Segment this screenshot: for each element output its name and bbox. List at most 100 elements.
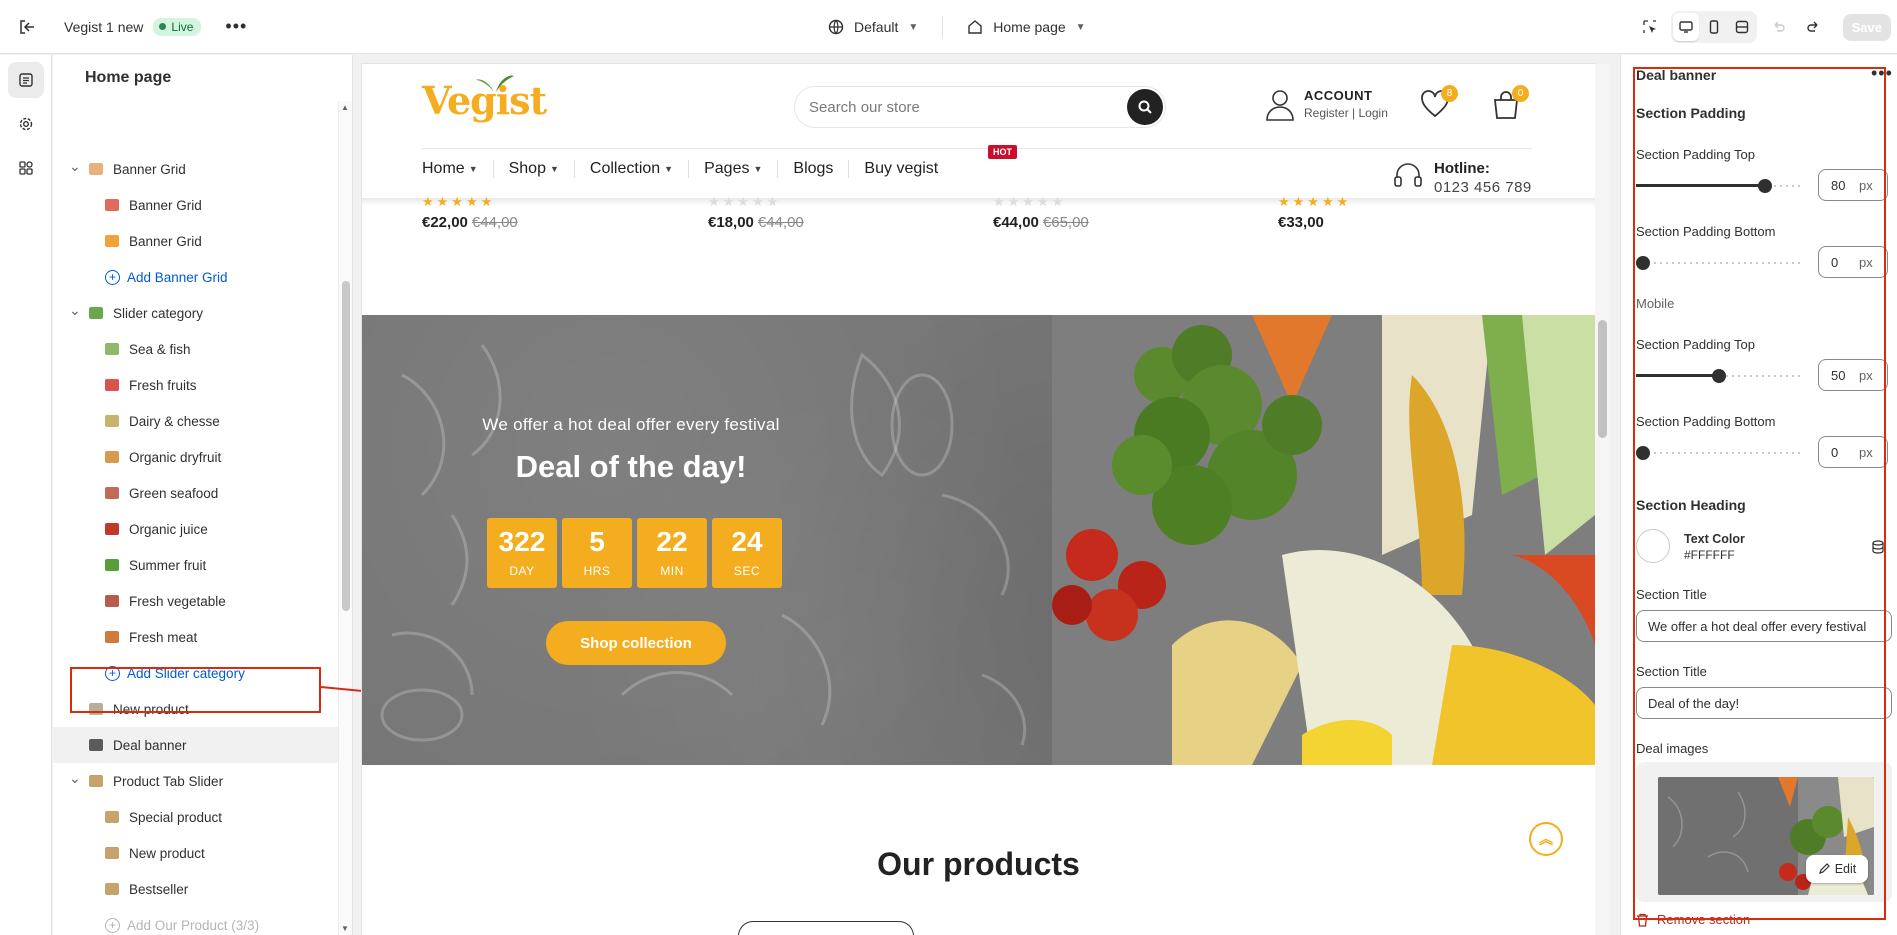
- tree-section-item[interactable]: ⌄ Banner Grid: [53, 151, 338, 187]
- redo-button[interactable]: [1799, 12, 1829, 42]
- add-block-button[interactable]: + Add Our Product (3/3): [53, 907, 338, 935]
- tree-block-item[interactable]: Summer fruit: [53, 547, 338, 583]
- product-old-price: €65,00: [1042, 214, 1089, 231]
- register-link[interactable]: Register: [1304, 106, 1349, 120]
- text-color-swatch[interactable]: [1636, 529, 1670, 563]
- padding-bottom-input[interactable]: 0 px: [1818, 246, 1888, 278]
- padding-bottom-slider[interactable]: [1636, 256, 1802, 270]
- account-block[interactable]: ACCOUNT Register | Login: [1264, 88, 1388, 122]
- product-card[interactable]: ★★★★★ €44,00 €65,00: [993, 194, 1089, 231]
- scrollbar-thumb[interactable]: [1598, 320, 1607, 438]
- nav-home[interactable]: Home ▼: [422, 160, 494, 178]
- slider-handle[interactable]: [1712, 369, 1726, 383]
- product-card[interactable]: ★★★★★ €33,00: [1278, 194, 1351, 231]
- nav-pages[interactable]: Pages ▼: [704, 160, 779, 178]
- scroll-down-icon[interactable]: ▼: [341, 924, 349, 933]
- chevron-down-icon[interactable]: ⌄: [69, 770, 81, 787]
- unit-label: px: [1859, 444, 1873, 460]
- tree-item-label: Fresh meat: [129, 629, 198, 645]
- mobile-padding-bottom-input[interactable]: 0 px: [1818, 436, 1888, 468]
- hotline-number[interactable]: 0123 456 789: [1434, 179, 1532, 196]
- desktop-view-button[interactable]: [1672, 13, 1699, 41]
- home-icon: [968, 20, 982, 34]
- more-actions-icon[interactable]: •••: [1871, 63, 1893, 84]
- tree-block-item[interactable]: Sea & fish: [53, 331, 338, 367]
- section-thumbnail-icon: [89, 775, 103, 787]
- hotline-label: Hotline:: [1434, 160, 1490, 177]
- countdown-value: 24: [731, 526, 763, 557]
- page-selector[interactable]: Home page ▼: [957, 19, 1095, 35]
- nav-collection[interactable]: Collection ▼: [590, 160, 690, 178]
- tree-item-label: Add Banner Grid: [127, 269, 228, 285]
- field-label: Section Title: [1636, 587, 1707, 602]
- tree-block-item[interactable]: Bestseller: [53, 871, 338, 907]
- more-actions-icon[interactable]: •••: [225, 16, 247, 37]
- padding-top-input[interactable]: 80 px: [1818, 169, 1888, 201]
- product-tab-pill[interactable]: [738, 921, 914, 935]
- store-logo[interactable]: Vegist: [422, 75, 547, 123]
- save-button[interactable]: Save: [1842, 13, 1891, 41]
- section-tree-panel: Home page ⌄ Banner Grid Banner Grid Banner …: [53, 55, 353, 935]
- mobile-padding-top-slider[interactable]: [1636, 369, 1802, 383]
- mobile-padding-top-input[interactable]: 50 px: [1818, 359, 1888, 391]
- tree-block-item[interactable]: New product: [53, 835, 338, 871]
- mobile-view-button[interactable]: [1701, 13, 1727, 41]
- sections-button[interactable]: [8, 62, 44, 98]
- tree-block-item[interactable]: Banner Grid: [53, 223, 338, 259]
- nav-blogs[interactable]: Blogs: [793, 160, 850, 178]
- tree-block-item[interactable]: Fresh vegetable: [53, 583, 338, 619]
- section-title-input[interactable]: We offer a hot deal offer every festival: [1636, 610, 1892, 642]
- nav-shop[interactable]: Shop ▼: [509, 160, 575, 178]
- deal-title: Deal of the day!: [515, 449, 747, 484]
- tree-block-item[interactable]: Dairy & chesse: [53, 403, 338, 439]
- status-badge: Live: [153, 17, 202, 36]
- edit-image-button[interactable]: Edit: [1806, 855, 1868, 883]
- slider-handle[interactable]: [1636, 446, 1650, 460]
- sidebar-scrollbar[interactable]: ▲ ▼: [338, 101, 352, 935]
- tree-block-item[interactable]: Organic juice: [53, 511, 338, 547]
- search-button[interactable]: [1127, 89, 1163, 125]
- tree-section-item[interactable]: ⌄ Slider category: [53, 295, 338, 331]
- tree-block-item[interactable]: Organic dryfruit: [53, 439, 338, 475]
- product-card[interactable]: ★★★★★ €18,00 €44,00: [708, 194, 804, 231]
- inspector-button[interactable]: [1635, 12, 1665, 42]
- login-link[interactable]: Login: [1359, 106, 1388, 120]
- database-icon[interactable]: [1871, 540, 1885, 554]
- apps-button[interactable]: [8, 150, 44, 186]
- store-search[interactable]: Search our store: [794, 86, 1166, 128]
- undo-button[interactable]: [1763, 12, 1793, 42]
- nav-buy-vegist[interactable]: Buy vegist: [864, 160, 953, 178]
- remove-section-button[interactable]: Remove section: [1636, 912, 1750, 927]
- mobile-padding-bottom-slider[interactable]: [1636, 446, 1802, 460]
- theme-selector[interactable]: Default ▼: [818, 19, 928, 35]
- product-card[interactable]: ★★★★★ €22,00 €44,00: [422, 194, 518, 231]
- fullwidth-view-button[interactable]: [1729, 13, 1755, 41]
- storefront-preview: Vegist Search our store ACCOUNT Register…: [362, 64, 1595, 935]
- chevron-down-icon[interactable]: ⌄: [69, 158, 81, 175]
- slider-handle[interactable]: [1636, 256, 1650, 270]
- wishlist-button[interactable]: 8: [1420, 85, 1458, 121]
- add-block-button[interactable]: + Add Banner Grid: [53, 259, 338, 295]
- scroll-to-top-button[interactable]: ︽: [1529, 822, 1563, 856]
- deal-banner-section[interactable]: We offer a hot deal offer every festival…: [362, 315, 1595, 765]
- exit-button[interactable]: [0, 0, 54, 54]
- scrollbar-thumb[interactable]: [342, 281, 350, 611]
- section-title-2-input[interactable]: Deal of the day!: [1636, 687, 1892, 719]
- tree-block-item[interactable]: Special product: [53, 799, 338, 835]
- preview-scrollbar[interactable]: [1595, 64, 1610, 935]
- padding-top-slider[interactable]: [1636, 179, 1802, 193]
- tree-section-item[interactable]: Deal banner: [53, 727, 338, 763]
- theme-settings-button[interactable]: [8, 106, 44, 142]
- sections-icon: [19, 73, 33, 87]
- tree-block-item[interactable]: Fresh meat: [53, 619, 338, 655]
- slider-handle[interactable]: [1757, 179, 1772, 193]
- scroll-up-icon[interactable]: ▲: [341, 103, 349, 112]
- tree-block-item[interactable]: Green seafood: [53, 475, 338, 511]
- chevron-down-icon[interactable]: ⌄: [69, 302, 81, 319]
- tree-block-item[interactable]: Fresh fruits: [53, 367, 338, 403]
- tree-section-item[interactable]: ⌄ Product Tab Slider: [53, 763, 338, 799]
- cart-button[interactable]: 0: [1491, 85, 1529, 123]
- deal-image-picker[interactable]: Edit: [1636, 762, 1892, 902]
- shop-collection-button[interactable]: Shop collection: [546, 621, 726, 665]
- tree-block-item[interactable]: Banner Grid: [53, 187, 338, 223]
